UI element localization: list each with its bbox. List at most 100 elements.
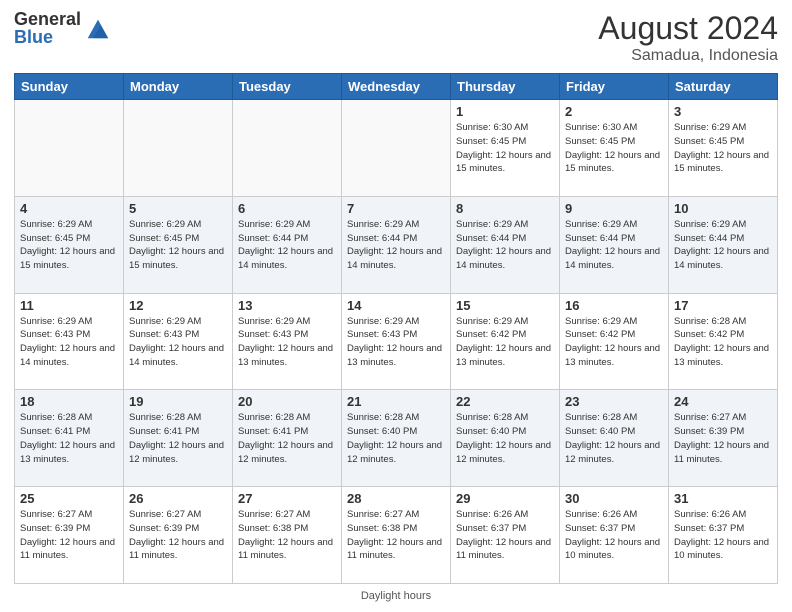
col-sunday: Sunday: [15, 74, 124, 100]
page: General Blue August 2024 Samadua, Indone…: [0, 0, 792, 612]
sunset: Sunset: 6:43 PM: [238, 329, 308, 340]
day-number: 14: [347, 298, 445, 313]
sunrise: Sunrise: 6:29 AM: [565, 316, 637, 327]
daylight: Daylight: 12 hours and 15 minutes.: [129, 246, 224, 271]
calendar-cell: 10Sunrise: 6:29 AMSunset: 6:44 PMDayligh…: [669, 196, 778, 293]
sunrise: Sunrise: 6:27 AM: [674, 412, 746, 423]
sunset: Sunset: 6:41 PM: [129, 426, 199, 437]
col-thursday: Thursday: [451, 74, 560, 100]
day-info: Sunrise: 6:28 AMSunset: 6:40 PMDaylight:…: [347, 411, 445, 466]
calendar-cell: 20Sunrise: 6:28 AMSunset: 6:41 PMDayligh…: [233, 390, 342, 487]
daylight: Daylight: 12 hours and 13 minutes.: [674, 343, 769, 368]
calendar-cell: 7Sunrise: 6:29 AMSunset: 6:44 PMDaylight…: [342, 196, 451, 293]
daylight: Daylight: 12 hours and 14 minutes.: [129, 343, 224, 368]
calendar-cell: 3Sunrise: 6:29 AMSunset: 6:45 PMDaylight…: [669, 100, 778, 197]
calendar-cell: 4Sunrise: 6:29 AMSunset: 6:45 PMDaylight…: [15, 196, 124, 293]
sunset: Sunset: 6:45 PM: [456, 136, 526, 147]
day-info: Sunrise: 6:28 AMSunset: 6:42 PMDaylight:…: [674, 315, 772, 370]
daylight: Daylight: 12 hours and 12 minutes.: [565, 440, 660, 465]
day-info: Sunrise: 6:29 AMSunset: 6:44 PMDaylight:…: [238, 218, 336, 273]
sunset: Sunset: 6:45 PM: [565, 136, 635, 147]
daylight: Daylight: 12 hours and 15 minutes.: [20, 246, 115, 271]
day-info: Sunrise: 6:26 AMSunset: 6:37 PMDaylight:…: [674, 508, 772, 563]
calendar-cell: 11 Sunrise: 6:29 AM Sunset: 6:43 PM Dayligh…: [15, 293, 124, 390]
daylight: Daylight: 12 hours and 12 minutes.: [129, 440, 224, 465]
day-info: Sunrise: 6:27 AMSunset: 6:38 PMDaylight:…: [347, 508, 445, 563]
footer-label: Daylight hours: [361, 590, 431, 602]
calendar-cell: 18Sunrise: 6:28 AMSunset: 6:41 PMDayligh…: [15, 390, 124, 487]
sunrise: Sunrise: 6:29 AM: [456, 316, 528, 327]
sunrise: Sunrise: 6:29 AM: [20, 219, 92, 230]
calendar-cell: [124, 100, 233, 197]
sunset: Sunset: 6:43 PM: [347, 329, 417, 340]
calendar-week-2: 4Sunrise: 6:29 AMSunset: 6:45 PMDaylight…: [15, 196, 778, 293]
day-number: 30: [565, 491, 663, 506]
daylight: Daylight: 12 hours and 14 minutes.: [238, 246, 333, 271]
day-number: 12: [129, 298, 227, 313]
header: General Blue August 2024 Samadua, Indone…: [14, 10, 778, 65]
calendar-cell: 2Sunrise: 6:30 AMSunset: 6:45 PMDaylight…: [560, 100, 669, 197]
daylight: Daylight: 12 hours and 11 minutes.: [456, 537, 551, 562]
sunset: Sunset: 6:39 PM: [20, 523, 90, 534]
sunset: Sunset: 6:42 PM: [456, 329, 526, 340]
sunset: Sunset: 6:45 PM: [129, 233, 199, 244]
day-number: 31: [674, 491, 772, 506]
daylight: Daylight: 12 hours and 13 minutes.: [20, 440, 115, 465]
day-info: Sunrise: 6:28 AMSunset: 6:40 PMDaylight:…: [456, 411, 554, 466]
daylight: Daylight: 12 hours and 12 minutes.: [238, 440, 333, 465]
calendar-cell: 21Sunrise: 6:28 AMSunset: 6:40 PMDayligh…: [342, 390, 451, 487]
day-number: 9: [565, 201, 663, 216]
sunset: Sunset: 6:39 PM: [129, 523, 199, 534]
day-info: Sunrise: 6:29 AMSunset: 6:43 PMDaylight:…: [238, 315, 336, 370]
day-number: 29: [456, 491, 554, 506]
sunrise: Sunrise: 6:28 AM: [238, 412, 310, 423]
daylight: Daylight: 12 hours and 14 minutes.: [456, 246, 551, 271]
daylight: Daylight: 12 hours and 15 minutes.: [674, 150, 769, 175]
sunrise: Sunrise: 6:29 AM: [20, 316, 92, 327]
daylight: Daylight: 12 hours and 13 minutes.: [238, 343, 333, 368]
day-number: 10: [674, 201, 772, 216]
day-info: Sunrise: 6:29 AMSunset: 6:44 PMDaylight:…: [347, 218, 445, 273]
sunrise: Sunrise: 6:26 AM: [456, 509, 528, 520]
day-info: Sunrise: 6:29 AMSunset: 6:42 PMDaylight:…: [456, 315, 554, 370]
sunset: Sunset: 6:42 PM: [674, 329, 744, 340]
sunset: Sunset: 6:37 PM: [456, 523, 526, 534]
sunrise: Sunrise: 6:30 AM: [456, 122, 528, 133]
day-info: Sunrise: 6:29 AMSunset: 6:44 PMDaylight:…: [565, 218, 663, 273]
calendar-cell: 30Sunrise: 6:26 AMSunset: 6:37 PMDayligh…: [560, 487, 669, 584]
daylight: Daylight: 12 hours and 11 minutes.: [20, 537, 115, 562]
day-number: 24: [674, 394, 772, 409]
calendar-week-3: 11 Sunrise: 6:29 AM Sunset: 6:43 PM Dayligh…: [15, 293, 778, 390]
daylight: Daylight: 12 hours and 14 minutes.: [347, 246, 442, 271]
day-number: 3: [674, 104, 772, 119]
day-number: 27: [238, 491, 336, 506]
daylight: Daylight: 12 hours and 14 minutes.: [565, 246, 660, 271]
sunset: Sunset: 6:43 PM: [20, 329, 90, 340]
calendar-cell: 16Sunrise: 6:29 AMSunset: 6:42 PMDayligh…: [560, 293, 669, 390]
daylight: Daylight: 12 hours and 15 minutes.: [456, 150, 551, 175]
sunrise: Sunrise: 6:28 AM: [565, 412, 637, 423]
daylight: Daylight: 12 hours and 10 minutes.: [565, 537, 660, 562]
daylight: Daylight: 12 hours and 14 minutes.: [20, 343, 115, 368]
day-number: 16: [565, 298, 663, 313]
sunset: Sunset: 6:42 PM: [565, 329, 635, 340]
daylight: Daylight: 12 hours and 12 minutes.: [347, 440, 442, 465]
sunrise: Sunrise: 6:28 AM: [456, 412, 528, 423]
day-info: Sunrise: 6:28 AMSunset: 6:41 PMDaylight:…: [238, 411, 336, 466]
day-number: 13: [238, 298, 336, 313]
title-section: August 2024 Samadua, Indonesia: [598, 10, 778, 65]
sunrise: Sunrise: 6:29 AM: [565, 219, 637, 230]
day-number: 1: [456, 104, 554, 119]
sunset: Sunset: 6:40 PM: [456, 426, 526, 437]
calendar-cell: 27Sunrise: 6:27 AMSunset: 6:38 PMDayligh…: [233, 487, 342, 584]
calendar-cell: 1 Sunrise: 6:30 AM Sunset: 6:45 PM Daylight…: [451, 100, 560, 197]
sunset: Sunset: 6:38 PM: [347, 523, 417, 534]
location-title: Samadua, Indonesia: [598, 47, 778, 65]
day-info: Sunrise: 6:29 AM Sunset: 6:43 PM Daylight:…: [20, 315, 118, 370]
sunrise: Sunrise: 6:27 AM: [238, 509, 310, 520]
sunset: Sunset: 6:40 PM: [565, 426, 635, 437]
day-info: Sunrise: 6:28 AMSunset: 6:41 PMDaylight:…: [20, 411, 118, 466]
sunrise: Sunrise: 6:27 AM: [347, 509, 419, 520]
calendar-cell: 25Sunrise: 6:27 AMSunset: 6:39 PMDayligh…: [15, 487, 124, 584]
day-number: 11: [20, 298, 118, 313]
